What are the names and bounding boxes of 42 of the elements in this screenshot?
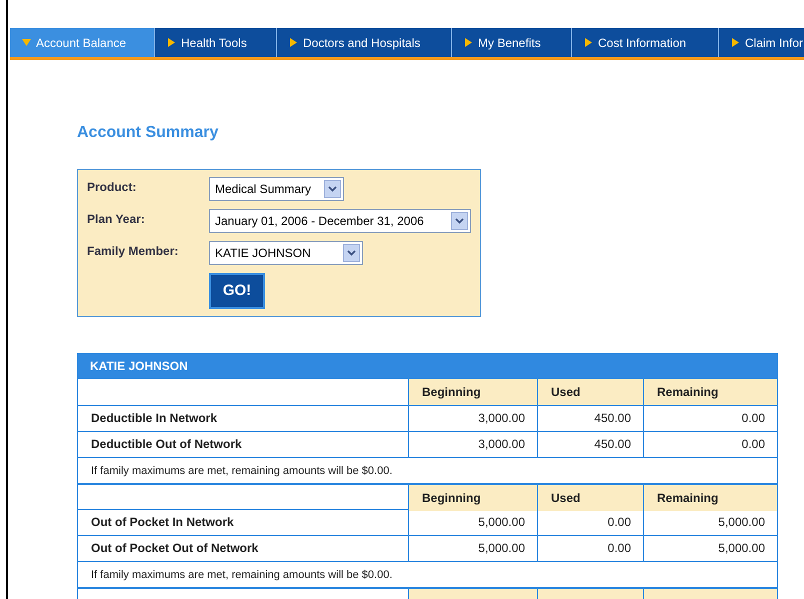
- table-cell: 0.00: [538, 510, 644, 535]
- row-label: Out of Pocket Out of Network: [78, 536, 409, 561]
- column-header: Beginning: [409, 485, 538, 511]
- column-header: Remaining: [644, 379, 777, 405]
- footnote-text: If family maximums are met, remaining amounts will be $0.00.: [91, 465, 392, 477]
- caret-right-icon: [167, 38, 176, 47]
- caret-right-icon: [731, 38, 740, 47]
- table-cell-text: 5,000.00: [717, 540, 766, 557]
- table-cell: 3,000.00: [409, 432, 538, 457]
- page-title: Account Summary: [77, 123, 220, 143]
- go-button[interactable]: GO!: [209, 273, 265, 309]
- caret-right-icon: [289, 38, 298, 47]
- table-cell: 5,000.00: [409, 536, 538, 561]
- table-cell: 450.00: [538, 406, 644, 431]
- chevron-down-icon: [347, 250, 356, 256]
- caret-right-icon: [464, 38, 473, 47]
- table-cell: 5,000.00: [409, 510, 538, 535]
- chevron-down-icon: [328, 186, 337, 192]
- field-label: Family Member:: [87, 243, 180, 260]
- dropdown[interactable]: January 01, 2006 - December 31, 2006: [209, 209, 471, 233]
- table-cell-text: 5,000.00: [717, 514, 766, 531]
- column-header: Used: [538, 485, 644, 511]
- column-header: Beginning: [409, 379, 538, 405]
- row-label: Out of Pocket In Network: [78, 510, 409, 535]
- field-label: Product:: [87, 179, 138, 196]
- column-header: Remaining: [644, 485, 777, 511]
- footnote-text: If family maximums are met, remaining amounts will be $0.00.: [91, 569, 392, 581]
- column-header: Used: [538, 379, 644, 405]
- member-name-header: KATIE JOHNSON: [77, 353, 778, 379]
- field-label: Plan Year:: [87, 211, 146, 228]
- table-cell-text: 0.00: [740, 410, 766, 427]
- caret-right-icon: [584, 38, 593, 47]
- row-label: Deductible In Network: [78, 406, 409, 431]
- dropdown[interactable]: KATIE JOHNSON: [209, 241, 363, 265]
- table-cell: 450.00: [538, 432, 644, 457]
- table-cell: 0.00: [538, 536, 644, 561]
- chevron-down-icon: [455, 218, 464, 224]
- row-label: Deductible Out of Network: [78, 432, 409, 457]
- dropdown[interactable]: Medical Summary: [209, 177, 344, 201]
- table-cell-text: 0.00: [740, 436, 766, 453]
- caret-down-icon: [22, 38, 31, 47]
- table-cell: 3,000.00: [409, 406, 538, 431]
